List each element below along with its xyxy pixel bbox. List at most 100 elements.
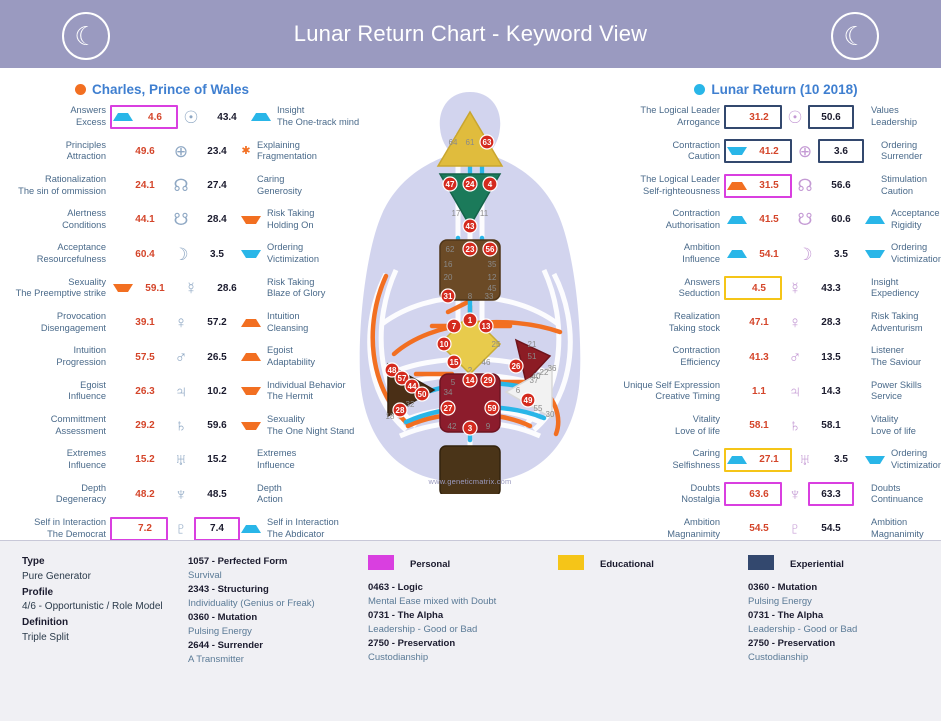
- left-value-box[interactable]: 48.2: [110, 482, 168, 506]
- left-value-box[interactable]: 15.2: [110, 448, 168, 472]
- right-value-box[interactable]: 3.6: [818, 139, 864, 164]
- right-value-box[interactable]: 59.6: [194, 414, 240, 438]
- planet-row[interactable]: Committment Assessment 29.2 ♄ 59.6 Sexuality T…: [2, 410, 355, 442]
- right-value-box[interactable]: 48.5: [194, 482, 240, 506]
- right-value-box[interactable]: 63.3: [808, 482, 854, 507]
- planet-row[interactable]: Ambition Influence 54.1 ☽ 3.5 Ordering Victimi…: [616, 238, 941, 270]
- right-value-box[interactable]: 60.6: [818, 208, 864, 232]
- legend-entry-sub: Survival: [188, 570, 222, 582]
- planet-row[interactable]: Answers Seduction 4.5 ☿ 43.3 Insight Expedienc…: [616, 272, 936, 304]
- planet-row[interactable]: Doubts Nostalgia 63.6 ♆ 63.3 Doubts Continuanc…: [616, 478, 936, 510]
- legend-entry: 0360 - Mutation Pulsing Energy: [748, 581, 938, 609]
- planet-row[interactable]: Acceptance Resourcefulness 60.4 ☽ 3.5 Orderin…: [2, 238, 322, 270]
- left-value-box[interactable]: 24.1: [110, 174, 168, 198]
- planet-row[interactable]: Contraction Authorisation 41.5 ☋ 60.6 Accepta…: [616, 204, 940, 236]
- left-value-box[interactable]: 41.2: [724, 139, 792, 164]
- right-value-box[interactable]: 43.3: [808, 276, 854, 300]
- left-value-box[interactable]: 41.3: [724, 345, 782, 369]
- right-value-cell: 43.4: [204, 104, 272, 130]
- left-value-box[interactable]: 58.1: [724, 414, 782, 438]
- right-value-cell: 27.4: [194, 173, 252, 199]
- planet-row[interactable]: Unique Self Expression Creative Timing 1.1…: [616, 375, 936, 407]
- right-value-box[interactable]: 3.5: [818, 448, 864, 472]
- left-keyword-primary: Acceptance: [57, 242, 106, 253]
- right-value-box[interactable]: 26.5: [194, 345, 240, 369]
- left-value-box[interactable]: 4.6: [110, 105, 178, 129]
- planet-row[interactable]: Depth Degeneracy 48.2 ♆ 48.5 Depth Action: [2, 478, 322, 510]
- left-value-box[interactable]: 57.5: [110, 345, 168, 369]
- left-value-box[interactable]: 54.5: [724, 517, 782, 541]
- right-value-box[interactable]: 3.5: [194, 242, 240, 266]
- left-value-box[interactable]: 60.4: [110, 242, 168, 266]
- left-value-box[interactable]: 47.1: [724, 311, 782, 335]
- right-value-box[interactable]: 58.1: [808, 414, 854, 438]
- right-value-box[interactable]: 27.4: [194, 174, 240, 198]
- left-value-box[interactable]: 63.6: [724, 482, 782, 507]
- left-keyword-primary: Intuition: [73, 345, 106, 356]
- left-value-box[interactable]: 54.1: [724, 242, 792, 266]
- left-value-box[interactable]: 26.3: [110, 379, 168, 403]
- right-value-box[interactable]: 50.6: [808, 105, 854, 129]
- planet-row[interactable]: Rationalization The sin of ommission 24.1 ☊…: [2, 170, 322, 202]
- left-value-box[interactable]: 31.2: [724, 105, 782, 129]
- right-value-box[interactable]: 28.4: [194, 208, 240, 232]
- planet-row[interactable]: Egoist Influence 26.3 ♃ 10.2 Individual Behav…: [2, 375, 345, 407]
- left-value: 47.1: [749, 317, 769, 329]
- right-value: 3.5: [834, 454, 848, 466]
- right-value-box[interactable]: 54.5: [808, 517, 854, 541]
- right-value-box[interactable]: 13.5: [808, 345, 854, 369]
- left-value-box[interactable]: 41.5: [724, 208, 792, 232]
- planet-row[interactable]: The Logical Leader Arrogance 31.2 ☉ 50.6 Valu…: [616, 101, 936, 133]
- right-keyword-secondary: The Saviour: [871, 357, 922, 368]
- right-value-box[interactable]: 56.6: [818, 174, 864, 198]
- gate-number: 6: [516, 386, 521, 395]
- planet-row[interactable]: Alertness Conditions 44.1 ☋ 28.4 Risk Taking H…: [2, 204, 322, 236]
- planet-row[interactable]: Realization Taking stock 47.1 ♀ 28.3 Risk Tak…: [616, 307, 936, 339]
- left-value-box[interactable]: 39.1: [110, 311, 168, 335]
- marker-none: [113, 147, 123, 155]
- planet-row[interactable]: Caring Selfishness 27.1 ♅ 3.5 Ordering Victimi…: [616, 444, 941, 476]
- right-value-box[interactable]: 23.4: [194, 139, 240, 163]
- left-value-box[interactable]: 29.2: [110, 414, 168, 438]
- right-value-box[interactable]: 7.4: [194, 516, 240, 541]
- planet-row[interactable]: Extremes Influence 15.2 ♅ 15.2 Extremes Influe…: [2, 444, 322, 476]
- planet-row[interactable]: Provocation Disengagement 39.1 ♀ 57.2 Intuiti…: [2, 307, 322, 339]
- left-value-box[interactable]: 27.1: [724, 447, 792, 472]
- right-value-cell: 48.5: [194, 481, 252, 507]
- left-value-box[interactable]: 59.1: [110, 276, 178, 300]
- left-value-box[interactable]: 1.1: [724, 379, 782, 403]
- planet-row[interactable]: The Logical Leader Self-righteousness 31.5…: [616, 170, 936, 202]
- planet-glyph-icon: ♇: [174, 519, 188, 539]
- left-value-box[interactable]: 49.6: [110, 139, 168, 163]
- right-legend-dot: [694, 84, 706, 95]
- gate-number: 47: [446, 180, 455, 189]
- planet-row[interactable]: Contraction Caution 41.2 ⊕ 3.6 Ordering Surren…: [616, 135, 936, 167]
- left-value-cell: 7.2: [110, 516, 168, 542]
- right-value-box[interactable]: 28.6: [204, 276, 250, 300]
- left-value-box[interactable]: 31.5: [724, 173, 792, 198]
- gate-number: 13: [482, 322, 491, 331]
- planet-row[interactable]: Principles Attraction 49.6 ⊕ 23.4 ✱ Explaining…: [2, 135, 322, 167]
- planet-row[interactable]: Vitality Love of life 58.1 ♄ 58.1 Vitality Lov…: [616, 410, 936, 442]
- gate-number: 36: [548, 364, 557, 373]
- left-value: 49.6: [135, 145, 155, 157]
- marker-none: [113, 422, 123, 430]
- gate-number: 11: [480, 209, 489, 218]
- planet-row[interactable]: Intuition Progression 57.5 ♂ 26.5 Egoist Adapt…: [2, 341, 322, 373]
- right-value-box[interactable]: 43.4: [204, 105, 250, 129]
- planet-row[interactable]: Answers Excess 4.6 ☉ 43.4 Insight The One-trac…: [2, 101, 359, 133]
- left-value-box[interactable]: 7.2: [110, 516, 168, 541]
- planet-row[interactable]: Sexuality The Preemptive strike 59.1 ☿ 28.6 R…: [2, 272, 326, 304]
- left-chart-name: Charles, Prince of Wales: [91, 82, 250, 97]
- right-value-box[interactable]: 15.2: [194, 448, 240, 472]
- right-value-box[interactable]: 14.3: [808, 379, 854, 403]
- legend-label: Educational: [600, 559, 654, 570]
- right-value-box[interactable]: 10.2: [194, 379, 240, 403]
- left-value-box[interactable]: 44.1: [110, 208, 168, 232]
- left-value-box[interactable]: 4.5: [724, 276, 782, 301]
- planet-row[interactable]: Contraction Efficiency 41.3 ♂ 13.5 Listener Th…: [616, 341, 936, 373]
- right-value-box[interactable]: 57.2: [194, 311, 240, 335]
- right-value-box[interactable]: 28.3: [808, 311, 854, 335]
- gate-number: 46: [482, 358, 491, 367]
- right-value-box[interactable]: 3.5: [818, 242, 864, 266]
